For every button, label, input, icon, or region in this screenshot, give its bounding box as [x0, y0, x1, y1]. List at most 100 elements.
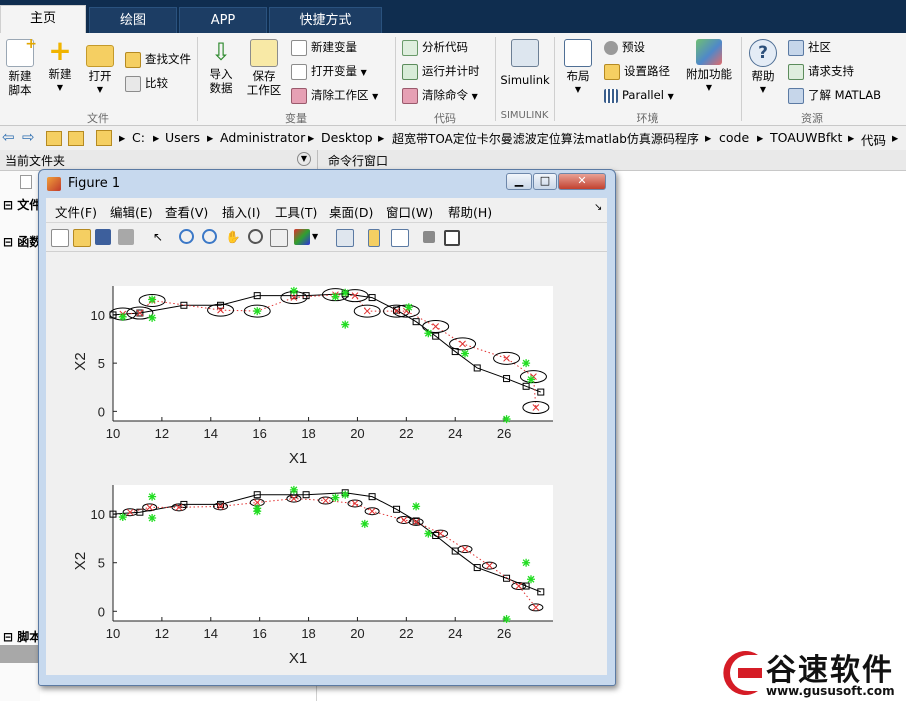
new-variable-button[interactable]: 新建变量 [291, 38, 357, 56]
new-figure-icon[interactable] [51, 229, 69, 247]
eraser-icon [291, 87, 307, 104]
find-files-icon [125, 51, 141, 68]
up-folder-icon[interactable] [46, 131, 62, 146]
open-variable-button[interactable]: 打开变量 ▼ [291, 62, 367, 80]
print-icon[interactable] [118, 229, 134, 245]
new-button[interactable]: + 新建 ▼ [42, 37, 78, 95]
clear-workspace-button[interactable]: 清除工作区 ▼ [291, 86, 378, 104]
new-script-label-2: 脚本 [8, 83, 32, 97]
cursor-icon[interactable]: ↖ [150, 229, 166, 245]
zoom-out-icon[interactable] [202, 229, 217, 244]
menu-help[interactable]: 帮助(H) [448, 202, 492, 221]
data-cursor-icon[interactable] [270, 229, 288, 247]
hide-plot-tools-icon[interactable] [423, 231, 435, 243]
x-tick-label: 26 [497, 626, 511, 641]
path-segment-daima[interactable]: 代码 [861, 130, 886, 149]
measurement-point [148, 514, 157, 523]
close-button[interactable]: ✕ [558, 173, 606, 190]
minimize-button[interactable]: ▁ [506, 173, 532, 190]
learn-matlab-button[interactable]: 了解 MATLAB [788, 86, 881, 104]
group-label-file: 文件 [87, 112, 109, 125]
compare-label: 比较 [145, 76, 168, 90]
group-separator [554, 37, 555, 121]
menu-tools[interactable]: 工具(T) [275, 202, 317, 221]
x-tick-label: 12 [155, 426, 169, 441]
back-icon[interactable]: ⇦ [2, 128, 15, 146]
clear-commands-button[interactable]: 清除命令 ▼ [402, 86, 478, 104]
chevron-down-icon: ▼ [96, 85, 104, 94]
rotate-icon[interactable] [248, 229, 263, 244]
simulink-button[interactable]: Simulink [500, 39, 550, 87]
file-icon [20, 175, 32, 189]
path-segment-drive[interactable]: C: [132, 130, 145, 145]
link-plot-icon[interactable] [336, 229, 354, 247]
compare-button[interactable]: 比较 [125, 74, 168, 92]
preferences-button[interactable]: 预设 [604, 38, 645, 56]
tab-apps[interactable]: APP [179, 7, 267, 33]
help-button[interactable]: ? 帮助 ▼ [745, 39, 781, 97]
menu-file[interactable]: 文件(F) [55, 202, 97, 221]
figure-menu-bar: 文件(F) 编辑(E) 查看(V) 插入(I) 工具(T) 桌面(D) 窗口(W… [46, 198, 607, 223]
pan-icon[interactable]: ✋ [225, 229, 241, 245]
help-label: 帮助 [751, 69, 775, 83]
path-segment-toauwbfkt[interactable]: TOAUWBfkt [770, 130, 842, 145]
menu-insert[interactable]: 插入(I) [222, 202, 260, 221]
section-scripts[interactable]: ⊟ 脚本 [3, 628, 41, 645]
save-icon[interactable] [95, 229, 111, 245]
tab-plots[interactable]: 绘图 [89, 7, 177, 33]
run-and-time-button[interactable]: 运行并计时 [402, 62, 480, 80]
x-tick-label: 16 [252, 626, 266, 641]
panel-menu-icon[interactable]: ▼ [297, 152, 311, 166]
forward-icon[interactable]: ⇨ [22, 128, 35, 146]
path-segment-desktop[interactable]: Desktop [321, 130, 373, 145]
menu-desktop[interactable]: 桌面(D) [329, 202, 373, 221]
x-tick-label: 24 [448, 626, 462, 641]
figure-title-bar[interactable]: Figure 1 ▁ □ ✕ [39, 170, 615, 198]
measurement-point [118, 312, 127, 321]
eraser-icon [402, 87, 418, 104]
open-button[interactable]: 打开 ▼ [83, 39, 117, 97]
colorbar-icon[interactable] [368, 229, 380, 247]
browse-folder-icon[interactable] [68, 131, 84, 146]
path-segment-users[interactable]: Users [165, 130, 200, 145]
import-data-button[interactable]: ⇩ 导入 数据 [204, 39, 238, 95]
details-bar [0, 645, 40, 663]
menu-view[interactable]: 查看(V) [165, 202, 208, 221]
menu-edit[interactable]: 编辑(E) [110, 202, 153, 221]
command-window-title: 命令行窗口 [328, 154, 389, 168]
path-segment-code[interactable]: code [719, 130, 749, 145]
section-files[interactable]: ⊟ 文件 [3, 196, 41, 213]
dock-arrow-icon[interactable]: ↘ [594, 202, 602, 213]
new-script-button[interactable]: + 新建 脚本 [3, 37, 37, 97]
save-workspace-icon [250, 39, 278, 67]
current-folder-path-bar: ⇦ ⇨ ▸ C: ▸ Users ▸ Administrator ▸ Deskt… [0, 126, 906, 151]
add-ons-button[interactable]: 附加功能 ▼ [684, 39, 734, 95]
folder-icon [96, 130, 112, 146]
show-plot-tools-icon[interactable] [444, 230, 460, 246]
set-path-button[interactable]: 设置路径 [604, 62, 670, 80]
maximize-button[interactable]: □ [533, 173, 557, 190]
find-files-button[interactable]: 查找文件 [125, 50, 191, 68]
path-segment-project[interactable]: 超宽带TOA定位卡尔曼滤波定位算法matlab仿真源码程序 [392, 130, 699, 147]
request-support-button[interactable]: 请求支持 [788, 62, 854, 80]
group-label-resources: 资源 [801, 112, 823, 125]
zoom-in-icon[interactable] [179, 229, 194, 244]
request-support-label: 请求支持 [808, 64, 854, 78]
brush-icon[interactable] [294, 229, 310, 245]
analyze-code-button[interactable]: 分析代码 [402, 38, 468, 56]
new-variable-label: 新建变量 [311, 40, 357, 54]
chevron-down-icon[interactable]: ▼ [312, 229, 328, 245]
community-button[interactable]: 社区 [788, 38, 831, 56]
path-segment-administrator[interactable]: Administrator [220, 130, 305, 145]
legend-icon[interactable] [391, 229, 409, 247]
tab-shortcuts[interactable]: 快捷方式 [269, 7, 382, 33]
save-workspace-button[interactable]: 保存 工作区 [243, 39, 285, 97]
path-separator: ▸ [153, 130, 160, 145]
section-functions[interactable]: ⊟ 函数 [3, 233, 41, 250]
menu-window[interactable]: 窗口(W) [386, 202, 433, 221]
layout-button[interactable]: 布局 ▼ [560, 39, 596, 97]
parallel-button[interactable]: Parallel ▼ [604, 86, 674, 104]
tab-home[interactable]: 主页 [0, 5, 86, 33]
simulink-icon [511, 39, 539, 67]
open-file-icon[interactable] [73, 229, 91, 247]
